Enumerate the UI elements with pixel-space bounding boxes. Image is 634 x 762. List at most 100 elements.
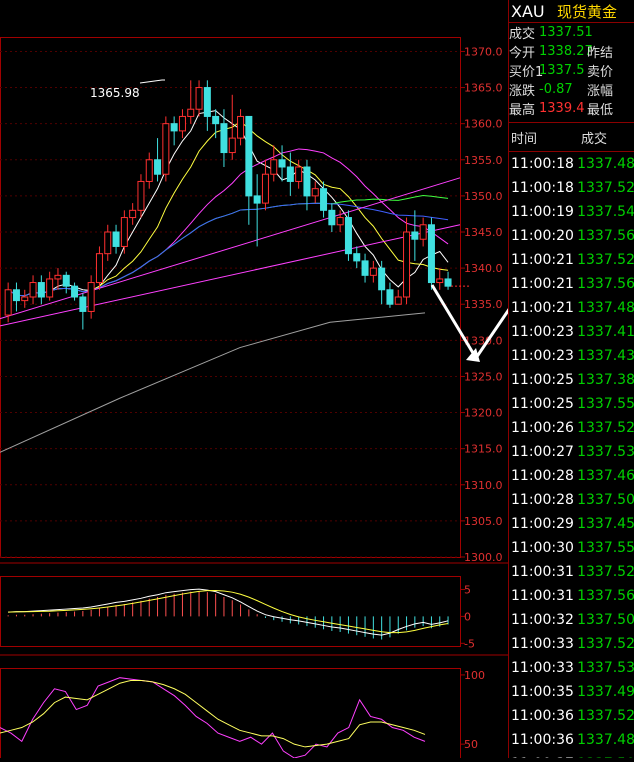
y-tick-label: 1325.0: [464, 370, 503, 383]
quote-value: 1338.27: [539, 44, 593, 59]
tick-price: 1337.41: [577, 324, 634, 340]
tick-time: 11:00:36: [511, 732, 574, 748]
quote-label-secondary: 卖价: [587, 65, 614, 80]
tick-list[interactable]: 11:00:18 1337.48 11:00:18 1337.52 11:00:19 13…: [509, 152, 634, 758]
tick-time: 11:00:35: [511, 684, 574, 700]
candle-body: [46, 278, 54, 298]
tick-time: 11:00:27: [511, 444, 574, 460]
tick-row: 11:00:30 1337.55: [509, 536, 634, 560]
tick-price: 1337.38: [577, 372, 634, 388]
ticks-col-price: 成交: [581, 131, 608, 147]
y-tick-label: 1355.0: [464, 154, 503, 167]
candle-body: [286, 166, 294, 182]
y-tick-label: 100: [464, 669, 485, 682]
tick-price: 1337.52: [577, 180, 634, 196]
candle-body: [245, 115, 253, 197]
tick-row: 11:00:26 1337.52: [509, 416, 634, 440]
tick-time: 11:00:28: [511, 468, 574, 484]
candle-body: [328, 209, 336, 226]
y-tick-label: 1305.0: [464, 515, 503, 528]
candle-body: [261, 173, 269, 204]
tick-time: 11:00:33: [511, 660, 574, 676]
tick-row: 11:00:25 1337.38: [509, 368, 634, 392]
tick-row: 11:00:31 1337.56: [509, 584, 634, 608]
tick-time: 11:00:33: [511, 636, 574, 652]
quote-label-secondary: 涨幅: [587, 84, 614, 99]
arrow-head: [466, 348, 480, 362]
tick-time: 11:00:36: [511, 708, 574, 724]
candle-body: [54, 274, 62, 280]
quote-label: 最高: [509, 103, 536, 118]
candle-body: [220, 123, 228, 154]
tick-price: 1337.52: [577, 636, 634, 652]
chart-area[interactable]: 1370.0 1365.0 1360.0 1355.0 1350.0 1345.0 1340…: [0, 0, 604, 759]
tick-time: 11:00:25: [511, 372, 574, 388]
candle-body: [344, 217, 352, 255]
tick-price: 1337.48: [577, 732, 634, 748]
candle-body: [162, 123, 170, 175]
y-tick-label: 50: [464, 738, 478, 751]
tick-row: 11:00:19 1337.54: [509, 200, 634, 224]
tick-price: 1337.48: [577, 156, 634, 172]
candle-body: [62, 274, 70, 287]
quote-row: 涨跌 -0.87 涨幅: [509, 80, 634, 99]
tick-time: 11:00:31: [511, 588, 574, 604]
tick-row: 11:00:21 1337.52: [509, 248, 634, 272]
candle-body: [178, 115, 186, 132]
panel-frame: [0, 668, 461, 759]
tick-time: 11:00:21: [511, 300, 574, 316]
quote-value: 1337.5: [539, 63, 585, 78]
tick-price: 1337.46: [577, 468, 634, 484]
tick-row: 11:00:27 1337.53: [509, 440, 634, 464]
candle-body: [112, 231, 120, 247]
tick-price: 1337.55: [577, 540, 634, 556]
candle-body: [253, 195, 261, 204]
candle-body: [436, 278, 444, 284]
tick-price: 1337.56: [577, 588, 634, 604]
candle-body: [12, 289, 20, 302]
tick-row: 11:00:28 1337.50: [509, 488, 634, 512]
tick-price: 1337.53: [577, 660, 634, 676]
candle-body: [120, 217, 128, 247]
candle-body: [170, 123, 178, 132]
tick-time: 11:00:19: [511, 204, 574, 220]
tick-price: 1337.55: [577, 396, 634, 412]
tick-price: 1337.54: [577, 204, 634, 220]
quote-label-secondary: 昨结: [587, 46, 614, 61]
tick-row: 11:00:33 1337.52: [509, 632, 634, 656]
y-tick-label: 1320.0: [464, 407, 503, 420]
candle-body: [29, 282, 37, 298]
tick-time: 11:00:23: [511, 348, 574, 364]
quote-row: 今开 1338.27 昨结: [509, 42, 634, 61]
tick-row: 11:00:32 1337.50: [509, 608, 634, 632]
candle-body: [71, 285, 79, 298]
high-annotation: 1365.98: [90, 86, 140, 100]
candle-body: [320, 188, 328, 211]
tick-time: 11:00:30: [511, 540, 574, 556]
tick-time: 11:00:20: [511, 228, 574, 244]
y-tick-label: 1360.0: [464, 118, 503, 131]
tick-price: 1337.52: [577, 252, 634, 268]
quote-label-secondary: 最低: [587, 103, 614, 118]
candle-body: [295, 166, 303, 182]
tick-time: 11:00:18: [511, 180, 574, 196]
quote-header: XAU 现货黄金: [509, 0, 634, 23]
quote-row: 买价1 1337.5 卖价: [509, 61, 634, 80]
y-tick-label: 1370.0: [464, 45, 503, 58]
tick-time: 11:00:21: [511, 252, 574, 268]
tick-row: 11:00:36 1337.48: [509, 728, 634, 752]
quote-row: 成交 1337.51: [509, 23, 634, 42]
tick-row: 11:00:20 1337.56: [509, 224, 634, 248]
candle-body: [411, 231, 419, 240]
quote-label: 买价1: [509, 65, 544, 80]
candle-body: [444, 278, 452, 287]
y-tick-label: 0: [464, 610, 471, 623]
y-tick-label: 1365.0: [464, 82, 503, 95]
tick-time: 11:00:31: [511, 564, 574, 580]
chart-svg[interactable]: 1370.0 1365.0 1360.0 1355.0 1350.0 1345.0 1340…: [0, 0, 604, 759]
candle-body: [270, 159, 278, 175]
candle-body: [21, 296, 29, 302]
tick-time: 11:00:26: [511, 420, 574, 436]
tick-price: 1337.53: [577, 444, 634, 460]
tick-price: 1337.52: [577, 420, 634, 436]
